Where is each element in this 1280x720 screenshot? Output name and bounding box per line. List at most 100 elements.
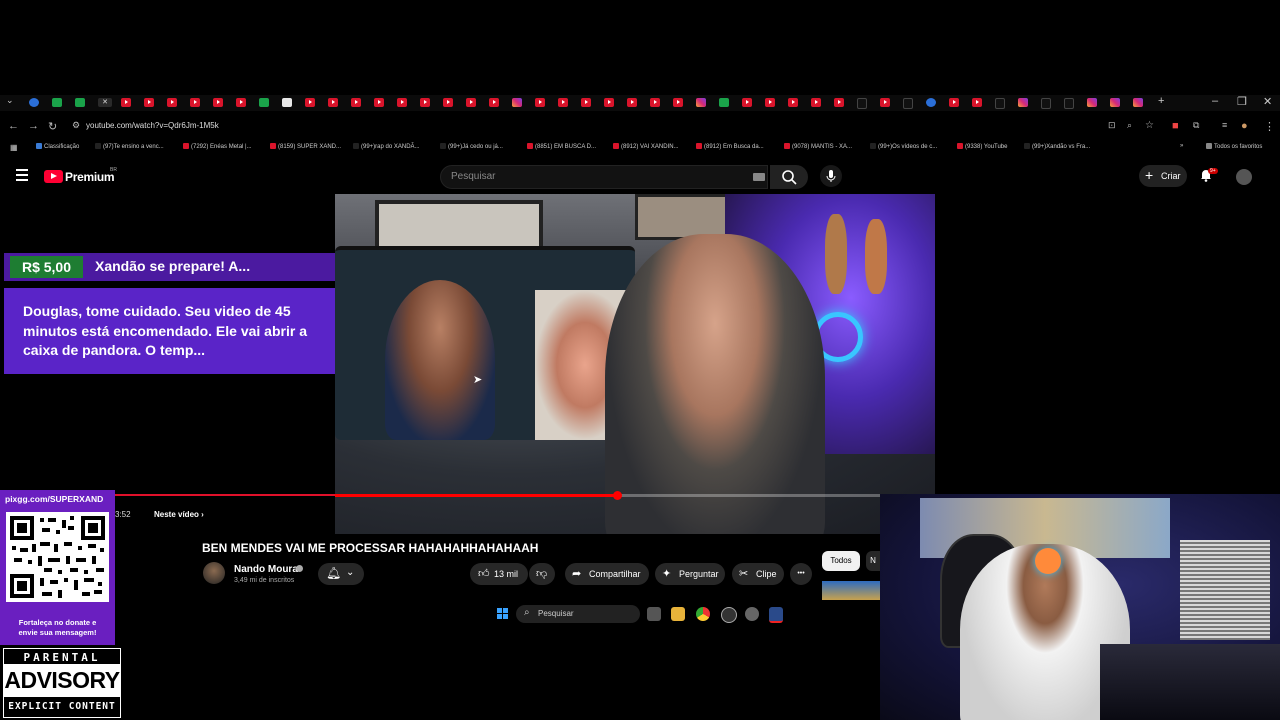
tab-favicon[interactable] [29,98,39,107]
account-avatar[interactable] [1236,169,1252,185]
like-button[interactable]: 👍︎ 13 mil [470,563,528,585]
youtube-icon[interactable] [305,98,315,107]
bookmarks-overflow-icon[interactable]: » [1180,143,1183,149]
tiktok-icon[interactable] [995,98,1005,109]
video-progress-scrubber[interactable] [613,491,622,500]
bookmark-item[interactable]: (99+)rap do XANDÃ... [353,143,420,150]
youtube-icon[interactable] [121,98,131,107]
youtube-icon[interactable] [788,98,798,107]
keyboard-icon[interactable] [753,173,765,181]
forward-icon[interactable]: → [28,120,39,132]
youtube-icon[interactable] [489,98,499,107]
youtube-icon[interactable] [765,98,775,107]
chevron-down-icon[interactable]: ⌄ [6,95,16,107]
youtube-icon[interactable] [650,98,660,107]
youtube-icon[interactable] [213,98,223,107]
bookmark-star-icon[interactable]: ☆ [1145,120,1154,131]
youtube-icon[interactable] [742,98,752,107]
bookmark-item[interactable]: (8912) Em Busca da... [696,143,764,150]
search-input[interactable]: Pesquisar [440,165,768,189]
voice-search-button[interactable] [820,165,842,187]
chapters-link[interactable]: Neste vídeo › [154,510,204,519]
menu-icon[interactable] [16,169,28,184]
bookmark-item[interactable]: (99+)Os vídeos de c... [870,143,937,150]
youtube-logo-icon[interactable] [44,170,63,183]
extension-icon[interactable]: ■ [1172,120,1179,132]
youtube-icon[interactable] [351,98,361,107]
close-icon[interactable]: ✕ [98,98,112,107]
bookmark-item[interactable]: (8851) EM BUSCA D... [527,143,596,150]
tiktok-icon[interactable] [903,98,913,109]
youtube-icon[interactable] [604,98,614,107]
bookmark-item[interactable]: (99+)Já cedo ou já... [440,143,503,150]
youtube-icon[interactable] [558,98,568,107]
channel-avatar[interactable] [203,562,225,584]
bookmark-item[interactable]: (9078) MANTIS - XA... [784,143,852,150]
subscription-bell-button[interactable]: 🔔︎ ⌄ [318,563,364,585]
youtube-icon[interactable] [834,98,844,107]
new-tab-button[interactable]: + [1158,95,1164,107]
create-button[interactable]: + Criar [1139,165,1187,187]
steam-icon[interactable] [769,607,783,623]
back-icon[interactable]: ← [8,120,19,132]
instagram-icon[interactable] [1110,98,1120,107]
bookmark-item[interactable]: (97)Te ensino a venc... [95,143,164,150]
site-info-icon[interactable]: ⚙ [72,120,80,131]
tab-favicon[interactable] [75,98,85,107]
youtube-icon[interactable] [535,98,545,107]
youtube-icon[interactable] [167,98,177,107]
youtube-icon[interactable] [811,98,821,107]
ask-button[interactable]: ✦ Perguntar [655,563,725,585]
maximize-window-icon[interactable]: ❐ [1237,95,1247,108]
instagram-icon[interactable] [512,98,522,107]
tiktok-icon[interactable] [857,98,867,109]
tab-favicon[interactable] [282,98,292,107]
youtube-icon[interactable] [880,98,890,107]
taskbar-search-input[interactable]: ⌕ Pesquisar [516,605,640,623]
url-text[interactable]: youtube.com/watch?v=Qdr6Jm-1M5k [86,121,219,130]
video-player[interactable] [335,194,935,534]
install-icon[interactable]: ⊡ [1108,120,1116,131]
chrome-icon[interactable] [696,607,710,621]
youtube-icon[interactable] [190,98,200,107]
media-icon[interactable]: ≡ [1222,120,1227,130]
tab-favicon[interactable] [259,98,269,107]
bookmark-item[interactable]: (99+)Xandão vs Fra... [1024,143,1090,150]
minimize-window-icon[interactable]: – [1212,95,1218,107]
windows-start-icon[interactable] [497,608,509,620]
bookmark-item[interactable]: (8912) VAI XANDIN... [613,143,679,150]
clip-button[interactable]: ✂ Clipe [732,563,784,585]
tiktok-icon[interactable] [1041,98,1051,109]
youtube-icon[interactable] [144,98,154,107]
tab-favicon[interactable] [52,98,62,107]
brand-label[interactable]: Premium [65,170,115,184]
instagram-icon[interactable] [1133,98,1143,107]
reload-icon[interactable]: ↻ [48,120,57,133]
youtube-icon[interactable] [949,98,959,107]
tab-favicon[interactable] [719,98,729,107]
channel-name[interactable]: Nando Moura [234,564,298,575]
settings-icon[interactable] [745,607,759,621]
apps-grid-icon[interactable]: ▦ [10,143,18,152]
tiktok-icon[interactable] [1064,98,1074,109]
extensions-puzzle-icon[interactable]: ⧉ [1193,120,1199,131]
instagram-icon[interactable] [1087,98,1097,107]
task-view-icon[interactable] [647,607,661,621]
kebab-menu-icon[interactable]: ⋮ [1264,120,1275,133]
profile-icon[interactable]: ● [1241,120,1248,132]
file-explorer-icon[interactable] [671,607,685,621]
youtube-icon[interactable] [673,98,683,107]
youtube-icon[interactable] [581,98,591,107]
share-button[interactable]: ➦ Compartilhar [565,563,649,585]
youtube-icon[interactable] [443,98,453,107]
instagram-icon[interactable] [1018,98,1028,107]
youtube-icon[interactable] [420,98,430,107]
youtube-icon[interactable] [328,98,338,107]
dislike-button[interactable]: 👎︎ [529,563,555,585]
all-bookmarks-folder[interactable]: Todos os favoritos [1206,143,1262,150]
search-button[interactable] [770,165,808,189]
youtube-icon[interactable] [466,98,476,107]
zoom-icon[interactable]: ⌕ [1127,120,1132,131]
youtube-icon[interactable] [627,98,637,107]
app-icon[interactable] [721,607,737,623]
